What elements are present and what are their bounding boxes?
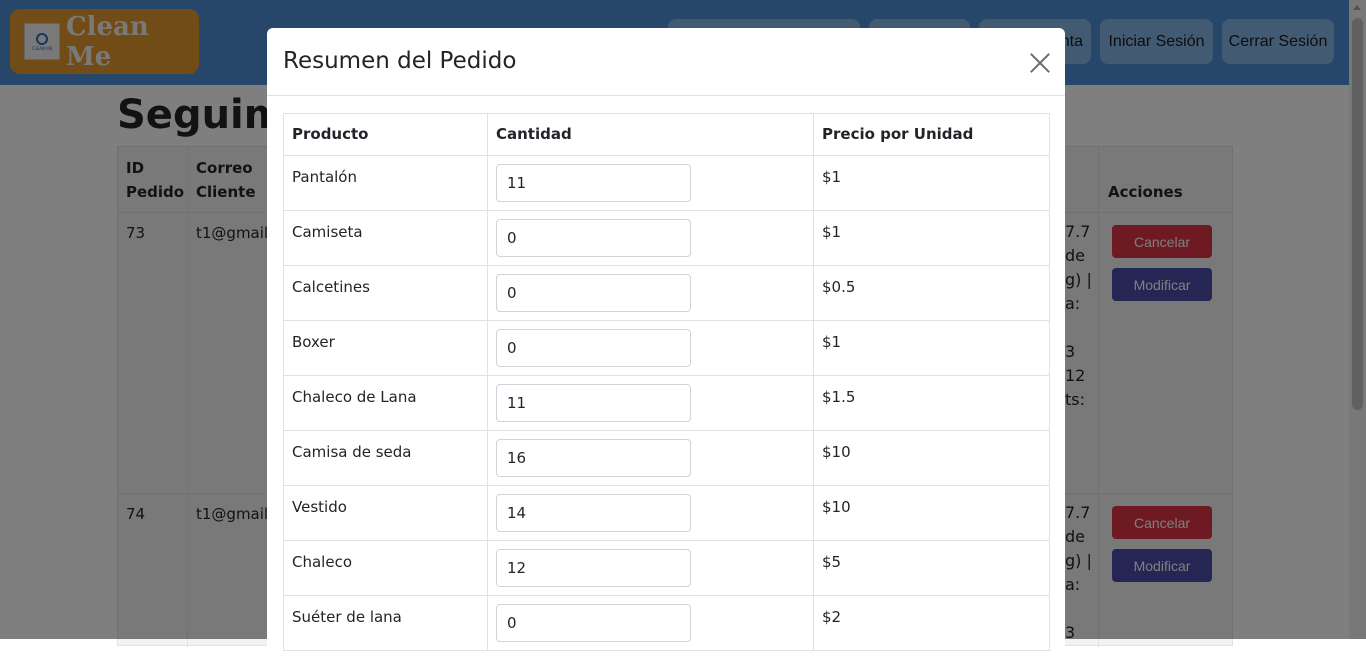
table-row: Chaleco $5 xyxy=(283,540,1050,596)
modal-title: Resumen del Pedido xyxy=(283,48,517,74)
product-name: Chaleco xyxy=(283,540,488,596)
table-row: Suéter de lana $2 xyxy=(283,595,1050,651)
quantity-input[interactable] xyxy=(496,219,691,257)
quantity-input[interactable] xyxy=(496,274,691,312)
quantity-input[interactable] xyxy=(496,164,691,202)
quantity-input[interactable] xyxy=(496,329,691,367)
product-name: Boxer xyxy=(283,320,488,376)
unit-price: $1 xyxy=(813,210,1050,266)
close-icon[interactable] xyxy=(1029,52,1051,74)
quantity-cell xyxy=(487,320,814,376)
quantity-input[interactable] xyxy=(496,439,691,477)
table-row: Calcetines $0.5 xyxy=(283,265,1050,321)
quantity-input[interactable] xyxy=(496,494,691,532)
table-row: Boxer $1 xyxy=(283,320,1050,376)
quantity-cell xyxy=(487,210,814,266)
quantity-cell xyxy=(487,155,814,211)
quantity-cell xyxy=(487,540,814,596)
product-name: Camisa de seda xyxy=(283,430,488,486)
quantity-cell xyxy=(487,430,814,486)
table-header-row: Producto Cantidad Precio por Unidad xyxy=(283,113,1050,156)
table-row: Pantalón $1 xyxy=(283,155,1050,211)
quantity-input[interactable] xyxy=(496,604,691,642)
table-row: Vestido $10 xyxy=(283,485,1050,541)
quantity-cell xyxy=(487,265,814,321)
product-name: Chaleco de Lana xyxy=(283,375,488,431)
order-summary-modal: Resumen del Pedido Producto Cantidad Pre… xyxy=(267,28,1065,668)
table-row: Chaleco de Lana $1.5 xyxy=(283,375,1050,431)
unit-price: $1 xyxy=(813,155,1050,211)
unit-price: $10 xyxy=(813,430,1050,486)
quantity-input[interactable] xyxy=(496,384,691,422)
product-name: Suéter de lana xyxy=(283,595,488,651)
unit-price: $2 xyxy=(813,595,1050,651)
table-row: Camiseta $1 xyxy=(283,210,1050,266)
column-header-quantity: Cantidad xyxy=(487,113,814,156)
product-name: Pantalón xyxy=(283,155,488,211)
product-name: Calcetines xyxy=(283,265,488,321)
product-name: Vestido xyxy=(283,485,488,541)
order-items-table: Producto Cantidad Precio por Unidad Pant… xyxy=(283,113,1050,651)
quantity-cell xyxy=(487,485,814,541)
unit-price: $5 xyxy=(813,540,1050,596)
unit-price: $0.5 xyxy=(813,265,1050,321)
product-name: Camiseta xyxy=(283,210,488,266)
modal-header: Resumen del Pedido xyxy=(267,28,1065,96)
quantity-cell xyxy=(487,375,814,431)
unit-price: $1 xyxy=(813,320,1050,376)
quantity-input[interactable] xyxy=(496,549,691,587)
quantity-cell xyxy=(487,595,814,651)
column-header-unit-price: Precio por Unidad xyxy=(813,113,1050,156)
unit-price: $10 xyxy=(813,485,1050,541)
column-header-product: Producto xyxy=(283,113,488,156)
table-row: Camisa de seda $10 xyxy=(283,430,1050,486)
unit-price: $1.5 xyxy=(813,375,1050,431)
